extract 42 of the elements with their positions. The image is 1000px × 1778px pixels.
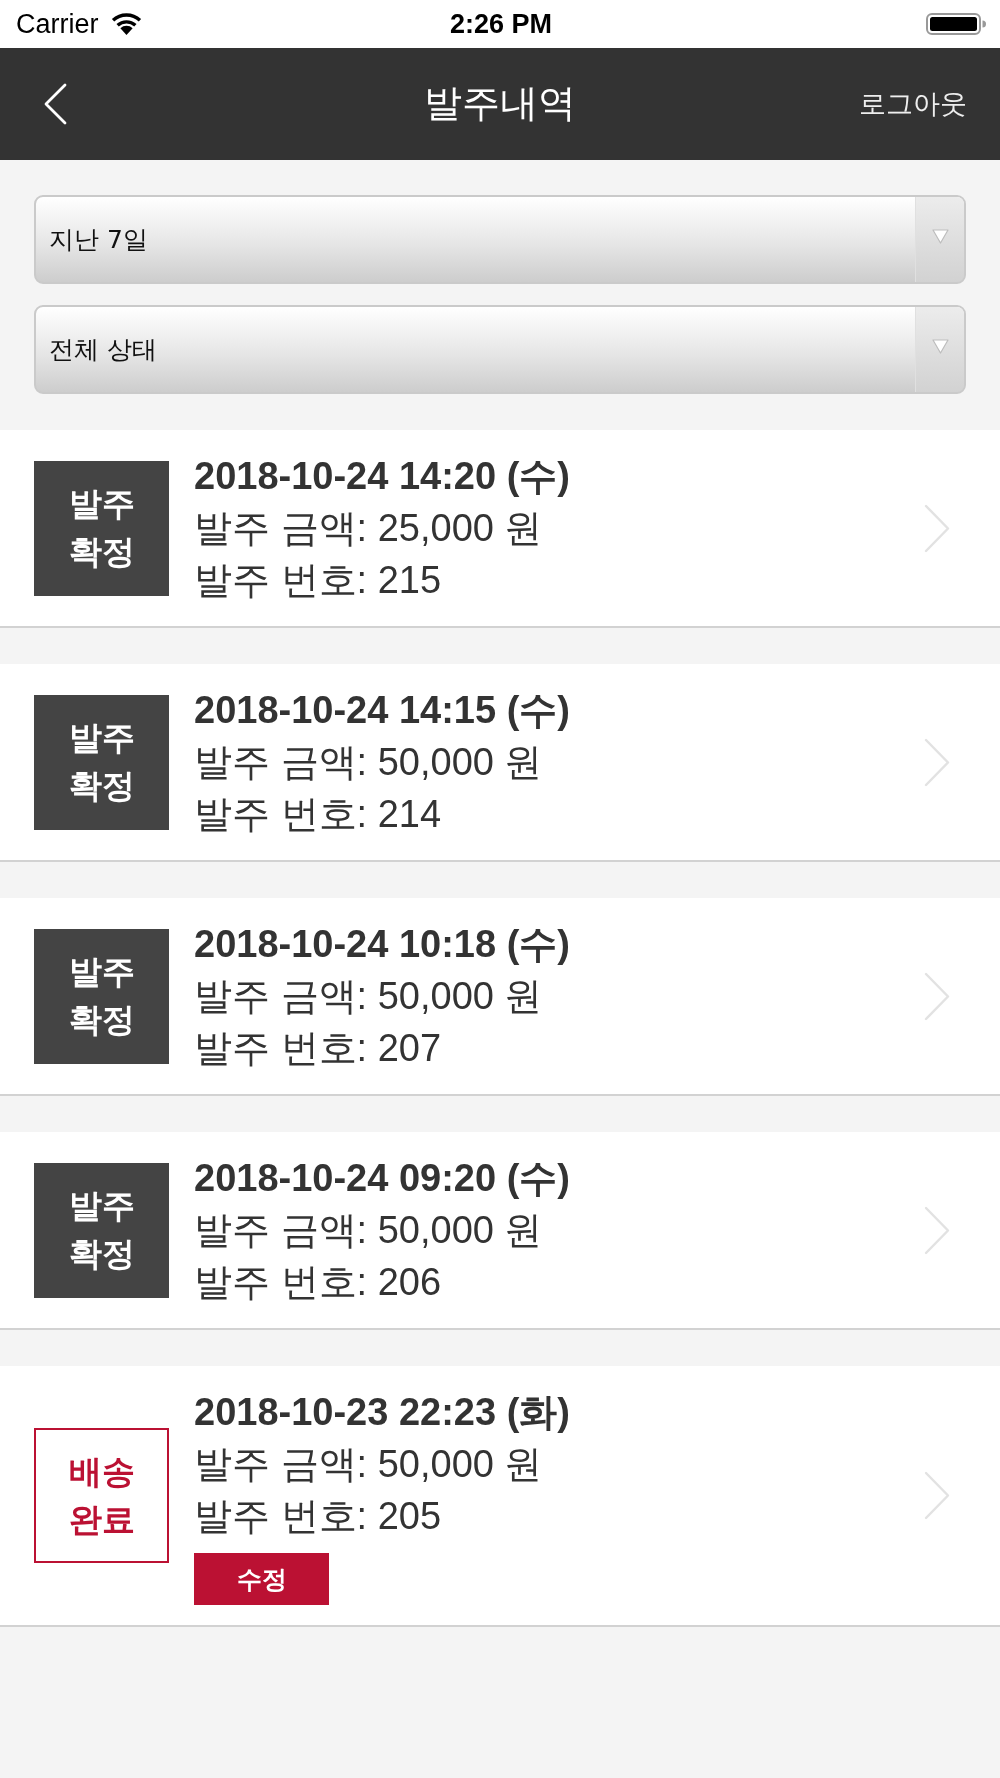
order-row[interactable]: 발주 확정 2018-10-24 09:20 (수) 발주 금액: 50,000 원 발주 번호: 206 — [0, 1132, 1000, 1330]
order-date: 2018-10-24 10:18 (수) — [194, 922, 570, 967]
caret-down-icon — [931, 339, 949, 354]
order-date: 2018-10-24 14:15 (수) — [194, 688, 570, 733]
logout-button[interactable]: 로그아웃 — [859, 87, 967, 121]
dropdown[interactable]: 지난 7일 — [34, 195, 966, 284]
status-badge: 배송 완료 — [34, 1428, 169, 1563]
edit-button[interactable]: 수정 — [194, 1553, 329, 1605]
order-row[interactable]: 발주 확정 2018-10-24 14:15 (수) 발주 금액: 50,000 원 발주 번호: 214 — [0, 664, 1000, 862]
order-row[interactable]: 발주 확정 2018-10-24 14:20 (수) 발주 금액: 25,000 원 발주 번호: 215 — [0, 430, 1000, 628]
order-number: 발주 번호: 206 — [194, 1260, 442, 1305]
order-number: 발주 번호: 214 — [194, 792, 442, 837]
chevron-right-icon — [924, 1471, 950, 1520]
order-amount: 발주 금액: 25,000 원 — [194, 506, 543, 551]
wifi-icon — [110, 13, 142, 35]
order-amount: 발주 금액: 50,000 원 — [194, 974, 543, 1019]
dropdown[interactable]: 전체 상태 — [34, 305, 966, 394]
order-number: 발주 번호: 215 — [194, 558, 442, 603]
chevron-right-icon — [924, 971, 950, 1021]
status-badge: 발주 확정 — [34, 460, 169, 596]
clock-time: 2:26 PM — [449, 10, 552, 38]
chevron-right-icon — [924, 1205, 950, 1255]
order-number: 발주 번호: 207 — [194, 1026, 442, 1071]
back-icon[interactable] — [43, 83, 67, 125]
status-badge: 발주 확정 — [34, 1162, 169, 1298]
chevron-right-icon — [924, 503, 950, 553]
order-date: 2018-10-24 14:20 (수) — [194, 454, 570, 499]
status-badge: 발주 확정 — [34, 694, 169, 830]
battery-icon — [926, 13, 986, 35]
order-row[interactable]: 배송 완료 2018-10-23 22:23 (화) 발주 금액: 50,000 원 발주 번호: 205 수정 — [0, 1366, 1000, 1627]
order-date: 2018-10-23 22:23 (화) — [194, 1390, 570, 1435]
page-title: 발주내역 — [424, 81, 576, 127]
order-number: 발주 번호: 205 — [194, 1494, 442, 1539]
status-badge: 발주 확정 — [34, 928, 169, 1064]
order-amount: 발주 금액: 50,000 원 — [194, 1208, 543, 1253]
chevron-right-icon — [924, 737, 950, 787]
order-date: 2018-10-24 09:20 (수) — [194, 1156, 570, 1201]
order-amount: 발주 금액: 50,000 원 — [194, 740, 543, 785]
carrier-name: Carrier — [16, 10, 99, 38]
order-amount: 발주 금액: 50,000 원 — [194, 1442, 543, 1487]
order-row[interactable]: 발주 확정 2018-10-24 10:18 (수) 발주 금액: 50,000 원 발주 번호: 207 — [0, 898, 1000, 1096]
caret-down-icon — [931, 229, 949, 244]
